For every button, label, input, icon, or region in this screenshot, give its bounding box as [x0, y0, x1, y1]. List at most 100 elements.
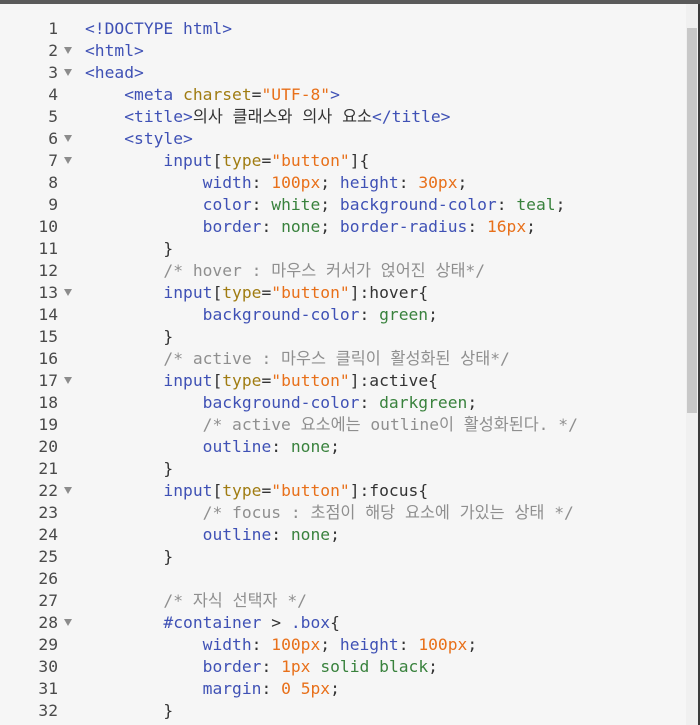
code-token: } — [85, 239, 174, 258]
line-number: 7 — [48, 151, 58, 170]
code-line[interactable]: 26 — [0, 568, 686, 590]
fold-arrow-icon[interactable] — [64, 69, 72, 76]
code-token: /* hover : 마우스 커서가 얹어진 상태*/ — [163, 261, 486, 280]
code-token: border — [202, 217, 262, 236]
line-number: 3 — [48, 63, 58, 82]
code-line[interactable]: 28 #container > .box{ — [0, 612, 686, 634]
code-line[interactable]: 6 <style> — [0, 128, 686, 150]
code-line[interactable]: 7 input[type="button"]{ — [0, 150, 686, 172]
code-token: 100px — [271, 173, 321, 192]
fold-arrow-icon[interactable] — [64, 619, 72, 626]
code-lines: 1 <!DOCTYPE html> 2 <html> 3 <head> 4 <meta ch… — [0, 18, 686, 722]
code-token: ; — [428, 305, 438, 324]
code-line[interactable]: 29 width: 100px; height: 100px; — [0, 634, 686, 656]
code-token: outline — [202, 437, 272, 456]
code-token: <title> — [124, 107, 193, 126]
code-line[interactable]: 31 margin: 0 5px; — [0, 678, 686, 700]
code-token: : — [398, 635, 419, 654]
line-number: 8 — [48, 173, 58, 192]
code-text: } — [85, 700, 173, 722]
code-line[interactable]: 32 } — [0, 700, 686, 722]
code-line[interactable]: 25 } — [0, 546, 686, 568]
line-number: 22 — [38, 481, 58, 500]
code-text: input[type="button"]:active{ — [85, 370, 438, 392]
code-token: <head> — [85, 63, 144, 82]
code-token: type — [222, 481, 262, 500]
code-line[interactable]: 27 /* 자식 선택자 */ — [0, 590, 686, 612]
code-text: #container > .box{ — [85, 612, 340, 634]
fold-arrow-icon[interactable] — [64, 377, 72, 384]
code-line[interactable]: 9 color: white; background-color: teal; — [0, 194, 686, 216]
code-text: } — [85, 326, 173, 348]
code-line[interactable]: 20 outline: none; — [0, 436, 686, 458]
code-token: : — [271, 525, 291, 544]
line-number: 30 — [38, 657, 58, 676]
line-number: 4 — [48, 85, 58, 104]
line-number: 25 — [38, 547, 58, 566]
code-line[interactable]: 23 /* focus : 초점이 해당 요소에 가있는 상태 */ — [0, 502, 686, 524]
code-text: <!DOCTYPE html> — [85, 18, 232, 40]
code-token: </title> — [372, 107, 451, 126]
code-token: white — [271, 195, 321, 214]
code-line[interactable]: 12 /* hover : 마우스 커서가 얹어진 상태*/ — [0, 260, 686, 282]
code-token: 의사 클래스와 의사 요소 — [192, 107, 373, 126]
code-line[interactable]: 21 } — [0, 458, 686, 480]
fold-arrow-icon[interactable] — [64, 135, 72, 142]
code-line[interactable]: 15 } — [0, 326, 686, 348]
code-line[interactable]: 16 /* active : 마우스 클릭이 활성화된 상태*/ — [0, 348, 686, 370]
code-token: [ — [212, 371, 223, 390]
code-token: charset — [183, 85, 252, 104]
code-token: /* focus : 초점이 해당 요소에 가있는 상태 */ — [202, 503, 574, 522]
code-line[interactable]: 11 } — [0, 238, 686, 260]
code-line[interactable]: 1 <!DOCTYPE html> — [0, 18, 686, 40]
code-line[interactable]: 19 /* active 요소에는 outline이 활성화된다. */ — [0, 414, 686, 436]
code-token: } — [85, 547, 174, 566]
line-number: 9 — [48, 195, 58, 214]
code-line[interactable]: 14 background-color: green; — [0, 304, 686, 326]
line-number: 29 — [38, 635, 58, 654]
fold-arrow-icon[interactable] — [64, 487, 72, 494]
code-line[interactable]: 18 background-color: darkgreen; — [0, 392, 686, 414]
code-token: : — [398, 173, 419, 192]
code-token: border-radius — [339, 217, 468, 236]
code-text: outline: none; — [85, 524, 340, 546]
code-line[interactable]: 5 <title>의사 클래스와 의사 요소</title> — [0, 106, 686, 128]
code-line[interactable]: 13 input[type="button"]:hover{ — [0, 282, 686, 304]
scrollbar-thumb[interactable] — [687, 28, 697, 413]
code-line[interactable]: 30 border: 1px solid black; — [0, 656, 686, 678]
fold-arrow-icon[interactable] — [64, 157, 72, 164]
vertical-scrollbar[interactable] — [686, 4, 698, 725]
code-text: background-color: darkgreen; — [85, 392, 478, 414]
fold-arrow-icon[interactable] — [64, 289, 72, 296]
code-line[interactable]: 24 outline: none; — [0, 524, 686, 546]
code-line[interactable]: 8 width: 100px; height: 30px; — [0, 172, 686, 194]
code-token: <meta — [124, 85, 184, 104]
code-token: { — [330, 613, 340, 632]
fold-arrow-icon[interactable] — [64, 47, 72, 54]
code-line[interactable]: 2 <html> — [0, 40, 686, 62]
code-line[interactable]: 22 input[type="button"]:focus{ — [0, 480, 686, 502]
code-text: background-color: green; — [85, 304, 438, 326]
code-line[interactable]: 10 border: none; border-radius: 16px; — [0, 216, 686, 238]
code-line[interactable]: 17 input[type="button"]:active{ — [0, 370, 686, 392]
code-line[interactable]: 4 <meta charset="UTF-8"> — [0, 84, 686, 106]
line-number: 15 — [38, 327, 58, 346]
code-token: [ — [212, 481, 223, 500]
code-editor[interactable]: 1 <!DOCTYPE html> 2 <html> 3 <head> 4 <meta ch… — [0, 4, 698, 725]
code-token: /* 자식 선택자 */ — [163, 591, 307, 610]
code-line[interactable]: 3 <head> — [0, 62, 686, 84]
code-token: 30px — [418, 173, 458, 192]
code-text: color: white; background-color: teal; — [85, 194, 566, 216]
code-text: border: none; border-radius: 16px; — [85, 216, 536, 238]
code-token: 100px — [418, 635, 468, 654]
line-number: 27 — [38, 591, 58, 610]
code-token: } — [85, 327, 174, 346]
code-token: color — [202, 195, 252, 214]
line-number: 17 — [38, 371, 58, 390]
code-token: : — [251, 195, 272, 214]
